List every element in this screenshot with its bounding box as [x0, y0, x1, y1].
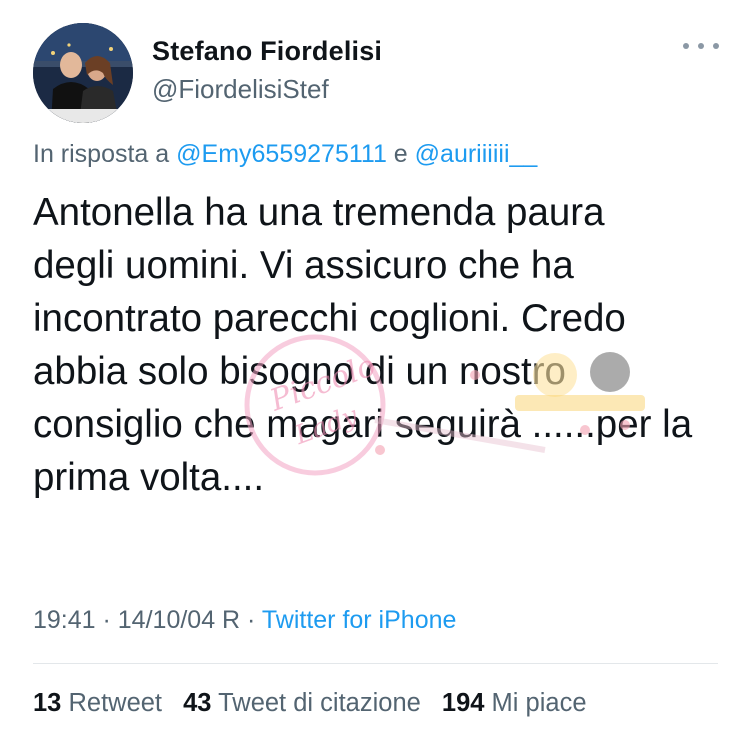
likes-label: Mi piace	[491, 689, 587, 717]
author-avatar[interactable]	[33, 23, 133, 123]
tweet-text-line: prima volta....	[33, 456, 265, 499]
quotes-label: Tweet di citazione	[218, 689, 421, 717]
likes-stat[interactable]: 194 Mi piace	[442, 689, 587, 717]
reply-context: In risposta a @Emy6559275111 e @auriiiii…	[33, 140, 537, 169]
reply-prefix: In risposta a	[33, 140, 177, 168]
quotes-count: 43	[183, 689, 212, 717]
retweets-count: 13	[33, 689, 62, 717]
divider	[33, 663, 718, 664]
quotes-stat[interactable]: 43 Tweet di citazione	[183, 689, 421, 717]
tweet-text: Antonella ha una tremenda paura degli uo…	[33, 186, 723, 504]
dot	[683, 43, 689, 49]
dot	[698, 43, 704, 49]
likes-count: 194	[441, 689, 485, 717]
reply-join: e	[386, 140, 415, 168]
reply-user-link[interactable]: @auriiiiii__	[415, 140, 538, 168]
tweet-meta: 19:41 · 14/10/04 R · Twitter for iPhone	[33, 606, 456, 635]
tweet-text-line: Antonella ha una tremenda paura	[33, 191, 605, 234]
dot	[713, 43, 719, 49]
tweet-stats: 13 Retweet 43 Tweet di citazione 194 Mi …	[33, 689, 601, 718]
author-name[interactable]: Stefano Fiordelisi	[152, 36, 382, 67]
tweet-time[interactable]: 19:41	[33, 606, 96, 634]
reply-user-link[interactable]: @Emy6559275111	[176, 140, 387, 168]
retweets-stat[interactable]: 13 Retweet	[33, 689, 162, 717]
tweet-text-line: incontrato parecchi coglioni. Credo	[33, 297, 626, 340]
tweet-text-line: abbia solo bisogno di un nostro	[33, 350, 566, 393]
avatar-photo	[33, 23, 133, 123]
tweet-text-line: consiglio che magari seguirà ......per l…	[33, 403, 693, 446]
separator: ·	[95, 606, 118, 634]
tweet-source-link[interactable]: Twitter for iPhone	[262, 606, 457, 634]
separator: ·	[240, 606, 262, 634]
tweet-date[interactable]: 14/10/04 R	[118, 606, 240, 634]
retweets-label: Retweet	[68, 689, 163, 717]
author-handle[interactable]: @FiordelisiStef	[152, 74, 329, 105]
tweet-text-line: degli uomini. Vi assicuro che ha	[33, 244, 574, 287]
more-options-icon[interactable]	[683, 38, 719, 54]
